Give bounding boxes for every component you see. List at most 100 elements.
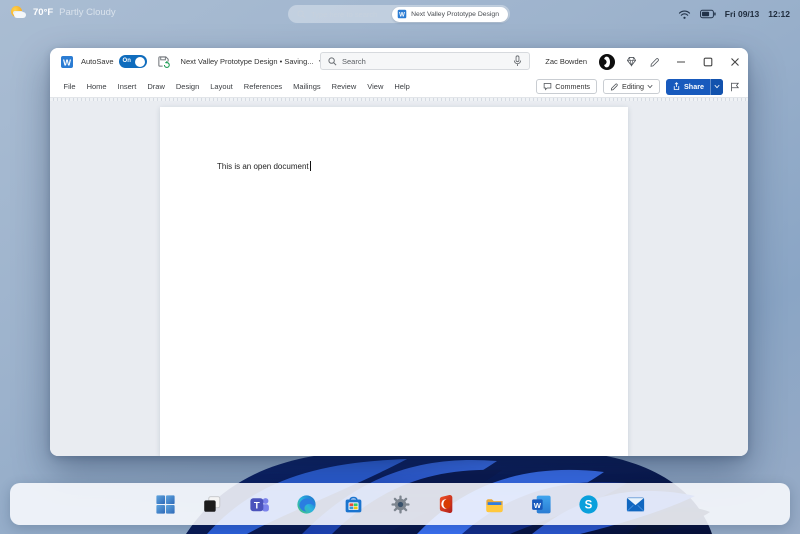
chevron-down-icon: [714, 84, 720, 89]
weather-temperature: 70°F: [33, 7, 53, 18]
minimize-button[interactable]: [667, 48, 694, 75]
flag-icon: [729, 81, 741, 93]
svg-text:T: T: [253, 500, 259, 511]
mail-icon: [624, 493, 647, 516]
svg-text:W: W: [63, 57, 72, 67]
ribbon-tab-insert[interactable]: Insert: [112, 82, 142, 91]
comment-icon: [543, 82, 552, 91]
file-explorer-icon: [483, 493, 506, 516]
skype-icon: S: [577, 493, 600, 516]
save-icon: [157, 55, 170, 68]
office-icon: [436, 493, 458, 515]
partly-cloudy-icon: [10, 5, 27, 20]
ribbon-tab-file[interactable]: File: [58, 82, 81, 91]
taskbar-store-button[interactable]: [340, 491, 366, 517]
autosave-toggle-state: On: [123, 58, 131, 64]
share-button-group: Share: [666, 79, 723, 95]
ribbon-tab-review[interactable]: Review: [326, 82, 362, 91]
word-icon: W: [530, 493, 553, 516]
teams-icon: T: [248, 493, 271, 516]
share-button[interactable]: Share: [666, 79, 710, 95]
weather-condition: Partly Cloudy: [59, 7, 116, 18]
maximize-button[interactable]: [694, 48, 721, 75]
share-dropdown-button[interactable]: [710, 79, 723, 95]
taskbar: T W S: [10, 483, 790, 525]
autosave-label: AutoSave: [81, 57, 114, 66]
clock-date[interactable]: Fri 09/13: [725, 9, 760, 19]
weather-widget[interactable]: 70°F Partly Cloudy: [10, 5, 116, 20]
dictate-mic-icon[interactable]: [513, 55, 522, 67]
settings-gear-icon: [389, 493, 412, 516]
ribbon-tab-help[interactable]: Help: [389, 82, 415, 91]
desktop-search-input[interactable]: Type here to search W Next Valley Protot…: [288, 5, 510, 23]
taskbar-office-button[interactable]: [434, 491, 460, 517]
word-app-icon: W: [60, 55, 74, 69]
battery-icon[interactable]: [700, 9, 716, 19]
taskbar-teams-button[interactable]: T: [246, 491, 272, 517]
taskbar-skype-button[interactable]: S: [575, 491, 601, 517]
user-name[interactable]: Zac Bowden: [545, 57, 587, 66]
taskbar-file-explorer-button[interactable]: [481, 491, 507, 517]
word-search-box[interactable]: Search: [320, 52, 530, 70]
word-search-placeholder: Search: [342, 57, 366, 66]
wifi-icon[interactable]: [678, 9, 691, 20]
svg-text:S: S: [584, 499, 592, 511]
svg-text:W: W: [399, 12, 405, 18]
edge-icon: [295, 493, 318, 516]
active-app-label: Next Valley Prototype Design: [411, 11, 499, 18]
maximize-icon: [703, 57, 713, 67]
text-cursor: [310, 161, 311, 171]
autosave-toggle[interactable]: On: [119, 55, 147, 68]
search-icon: [297, 10, 306, 19]
pencil-icon: [610, 82, 619, 91]
ribbon-tab-bar: File Home Insert Draw Design Layout Refe…: [50, 75, 748, 98]
document-canvas: This is an open document: [50, 98, 748, 456]
windows-start-icon: [154, 493, 177, 516]
status-bar: 70°F Partly Cloudy Type here to search W…: [0, 0, 800, 28]
ribbon-display-options-button[interactable]: [729, 81, 741, 93]
ribbon-right-controls: Comments Editing Share: [536, 75, 741, 98]
pen-icon[interactable]: [643, 48, 667, 75]
title-bar-right: Zac Bowden: [545, 48, 748, 75]
document-title: Next Valley Prototype Design • Saving...: [181, 57, 314, 66]
ribbon-tab-references[interactable]: References: [238, 82, 287, 91]
taskbar-task-view-button[interactable]: [199, 491, 225, 517]
ribbon-tab-draw[interactable]: Draw: [142, 82, 171, 91]
ribbon-tab-view[interactable]: View: [362, 82, 389, 91]
editing-label: Editing: [622, 82, 644, 91]
document-page[interactable]: This is an open document: [160, 107, 628, 456]
document-title-dropdown[interactable]: Next Valley Prototype Design • Saving...: [181, 57, 326, 66]
ribbon-tab-layout[interactable]: Layout: [205, 82, 239, 91]
close-button[interactable]: [721, 48, 748, 75]
clock-time[interactable]: 12:12: [768, 9, 790, 19]
toggle-knob: [135, 57, 145, 67]
word-title-bar: W AutoSave On Next Valley Prototype Desi…: [50, 48, 748, 75]
taskbar-start-button[interactable]: [152, 491, 178, 517]
task-view-icon: [201, 493, 223, 515]
user-avatar[interactable]: [595, 48, 619, 75]
designer-diamond-icon[interactable]: [619, 48, 643, 75]
ribbon-tab-mailings[interactable]: Mailings: [288, 82, 327, 91]
active-app-pill[interactable]: W Next Valley Prototype Design: [392, 7, 508, 22]
ruler: [50, 98, 748, 101]
comments-label: Comments: [555, 82, 590, 91]
taskbar-mail-button[interactable]: [622, 491, 648, 517]
desktop: 70°F Partly Cloudy Type here to search W…: [0, 0, 800, 534]
close-icon: [730, 57, 740, 67]
comments-button[interactable]: Comments: [536, 79, 597, 94]
desktop-search-placeholder: Type here to search: [311, 10, 377, 19]
search-icon: [328, 57, 337, 66]
editing-mode-dropdown[interactable]: Editing: [603, 79, 660, 94]
share-icon: [672, 82, 681, 91]
store-icon: [342, 493, 365, 516]
ribbon-tab-design[interactable]: Design: [170, 82, 204, 91]
document-text: This is an open document: [217, 161, 311, 171]
taskbar-word-button[interactable]: W: [528, 491, 554, 517]
ribbon-tab-home[interactable]: Home: [81, 82, 112, 91]
save-button[interactable]: [157, 55, 170, 68]
chevron-down-icon: [647, 84, 653, 89]
taskbar-settings-button[interactable]: [387, 491, 413, 517]
word-window: W AutoSave On Next Valley Prototype Desi…: [50, 48, 748, 456]
svg-text:W: W: [533, 500, 541, 509]
taskbar-edge-button[interactable]: [293, 491, 319, 517]
